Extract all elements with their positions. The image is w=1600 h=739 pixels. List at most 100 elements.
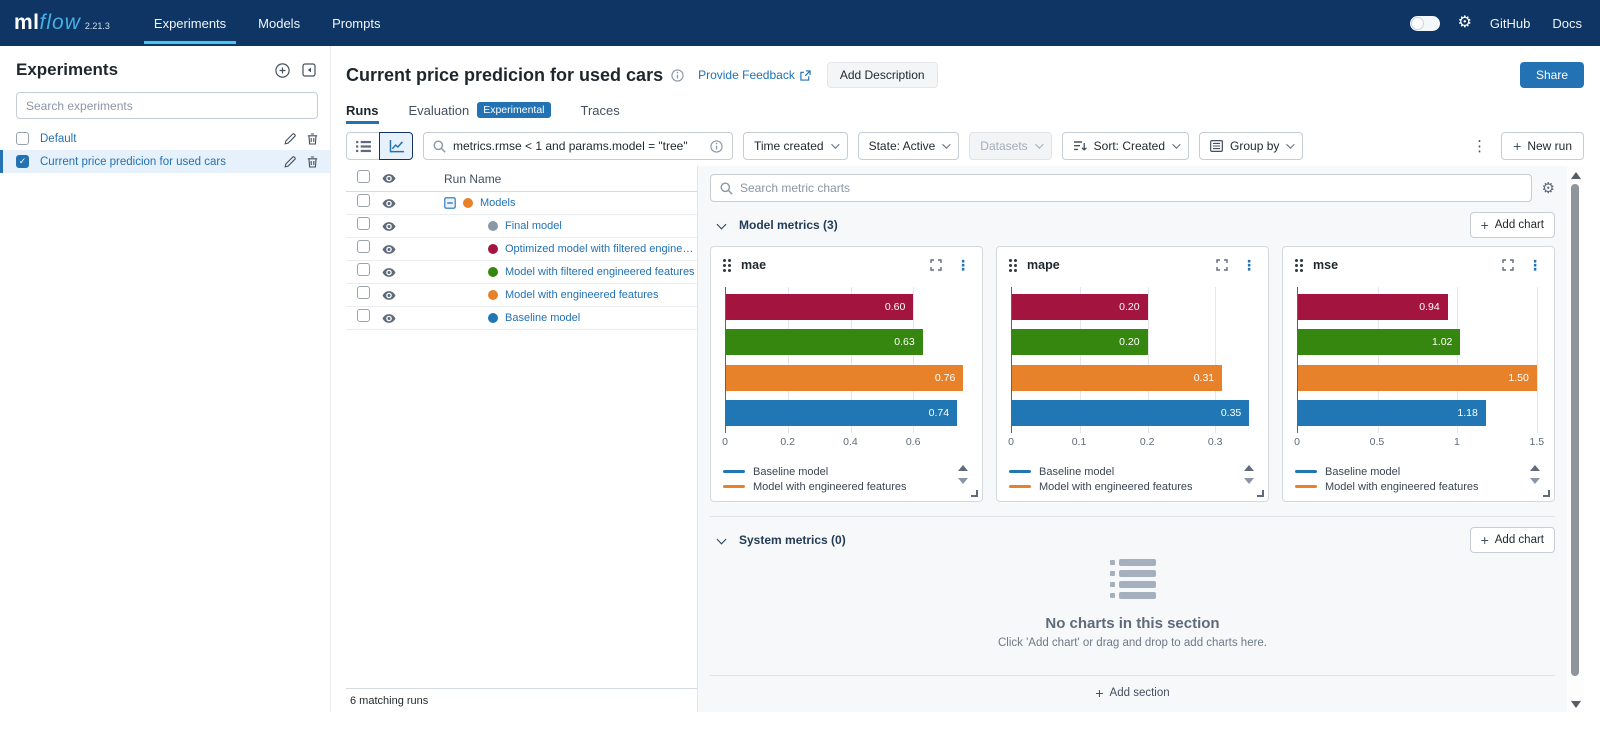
expand-chart-icon[interactable] — [1502, 259, 1514, 271]
collapse-group-icon[interactable] — [444, 197, 456, 209]
provide-feedback-link[interactable]: Provide Feedback — [698, 68, 811, 82]
chart-kebab-menu[interactable]: ⋮ — [1242, 257, 1256, 274]
run-name-link[interactable]: Model with filtered engineered features — [505, 266, 695, 278]
visibility-eye-icon[interactable] — [382, 173, 396, 184]
chart-kebab-menu[interactable]: ⋮ — [956, 257, 970, 274]
legend-scroll-down-icon[interactable] — [958, 478, 968, 484]
list-view-button[interactable] — [346, 132, 380, 160]
legend-item-baseline-model[interactable]: Baseline model — [723, 464, 946, 479]
datasets-dropdown[interactable]: Datasets — [969, 132, 1051, 160]
experiment-checkbox[interactable] — [16, 155, 29, 168]
run-color-dot — [488, 267, 498, 277]
metric-chart-search-input[interactable] — [740, 181, 1522, 195]
nav-tab-models[interactable]: Models — [248, 0, 310, 46]
delete-trash-icon[interactable] — [307, 156, 318, 168]
select-all-checkbox[interactable] — [357, 170, 370, 183]
add-chart-button[interactable]: +Add chart — [1470, 212, 1555, 238]
edit-pencil-icon[interactable] — [284, 156, 296, 168]
row-checkbox[interactable] — [357, 194, 370, 207]
legend-item-baseline-model[interactable]: Baseline model — [1295, 464, 1518, 479]
run-name-link[interactable]: Baseline model — [505, 312, 580, 324]
view-mode-switch — [346, 132, 413, 160]
legend-item-model-with-engineered-features[interactable]: Model with engineered features — [723, 479, 946, 494]
row-checkbox[interactable] — [357, 286, 370, 299]
legend-scroll-down-icon[interactable] — [1530, 478, 1540, 484]
tab-traces[interactable]: Traces — [581, 103, 620, 124]
scrollbar-thumb[interactable] — [1571, 184, 1579, 676]
experiment-item-default[interactable]: Default — [0, 127, 330, 150]
experiment-item-current-price-predicion-for-used-cars[interactable]: Current price predicion for used cars — [0, 150, 330, 173]
visibility-eye-icon[interactable] — [382, 244, 396, 255]
visibility-eye-icon[interactable] — [382, 221, 396, 232]
legend-scroll-up-icon[interactable] — [1244, 465, 1254, 471]
tab-runs[interactable]: Runs — [346, 103, 379, 124]
visibility-eye-icon[interactable] — [382, 198, 396, 209]
visibility-eye-icon[interactable] — [382, 290, 396, 301]
nav-tab-experiments[interactable]: Experiments — [144, 0, 236, 46]
legend-label: Baseline model — [1039, 466, 1114, 478]
resize-handle[interactable] — [971, 490, 978, 497]
theme-toggle[interactable] — [1410, 16, 1440, 31]
legend-item-model-with-engineered-features[interactable]: Model with engineered features — [1295, 479, 1518, 494]
collapse-sidebar-icon[interactable] — [302, 63, 316, 77]
row-checkbox[interactable] — [357, 217, 370, 230]
scroll-up-arrow[interactable] — [1571, 172, 1581, 179]
sort-dropdown[interactable]: Sort: Created — [1062, 132, 1189, 160]
drag-handle-icon[interactable] — [1009, 259, 1017, 272]
time-created-dropdown[interactable]: Time created — [743, 132, 848, 160]
chevron-down-icon[interactable] — [717, 219, 727, 229]
nav-link-docs[interactable]: Docs — [1552, 16, 1582, 31]
tab-evaluation[interactable]: EvaluationExperimental — [409, 102, 551, 124]
row-checkbox[interactable] — [357, 240, 370, 253]
legend-scroll-up-icon[interactable] — [1530, 465, 1540, 471]
visibility-eye-icon[interactable] — [382, 313, 396, 324]
expand-chart-icon[interactable] — [930, 259, 942, 271]
scroll-down-arrow[interactable] — [1571, 701, 1581, 708]
drag-handle-icon[interactable] — [723, 259, 731, 272]
nav-link-github[interactable]: GitHub — [1490, 16, 1530, 31]
info-icon[interactable] — [671, 69, 684, 82]
resize-handle[interactable] — [1257, 490, 1264, 497]
add-description-button[interactable]: Add Description — [827, 62, 938, 88]
chart-settings-gear-icon[interactable]: ⚙ — [1542, 181, 1555, 196]
legend-item-model-with-engineered-features[interactable]: Model with engineered features — [1009, 479, 1232, 494]
add-section-button[interactable]: +Add section — [1085, 681, 1179, 705]
bar-plot: 0.600.630.760.74 — [725, 287, 968, 433]
nav-tab-prompts[interactable]: Prompts — [322, 0, 390, 46]
row-checkbox[interactable] — [357, 309, 370, 322]
add-chart-button[interactable]: +Add chart — [1470, 527, 1555, 553]
visibility-eye-icon[interactable] — [382, 267, 396, 278]
delete-trash-icon[interactable] — [307, 133, 318, 145]
chart-view-icon — [389, 140, 404, 153]
search-experiments-input[interactable] — [16, 92, 318, 119]
settings-gear-icon[interactable]: ⚙ — [1458, 15, 1472, 31]
experiment-link[interactable]: Current price predicion for used cars — [40, 156, 284, 168]
toolbar-kebab-menu[interactable]: ⋮ — [1468, 137, 1491, 155]
chevron-down-icon[interactable] — [717, 534, 727, 544]
resize-handle[interactable] — [1543, 490, 1550, 497]
group-by-dropdown[interactable]: Group by — [1199, 132, 1303, 160]
plus-icon: + — [1095, 686, 1103, 700]
share-button[interactable]: Share — [1520, 62, 1584, 88]
row-checkbox[interactable] — [357, 263, 370, 276]
expand-chart-icon[interactable] — [1216, 259, 1228, 271]
chart-kebab-menu[interactable]: ⋮ — [1528, 257, 1542, 274]
legend-item-baseline-model[interactable]: Baseline model — [1009, 464, 1232, 479]
state-dropdown[interactable]: State: Active — [858, 132, 960, 160]
runs-search-input[interactable] — [453, 139, 703, 153]
run-name-link[interactable]: Final model — [505, 220, 562, 232]
run-table-header: Run Name — [346, 166, 697, 192]
run-name-link[interactable]: Model with engineered features — [505, 289, 658, 301]
drag-handle-icon[interactable] — [1295, 259, 1303, 272]
edit-pencil-icon[interactable] — [284, 133, 296, 145]
run-name-link[interactable]: Models — [480, 197, 515, 209]
legend-scroll-up-icon[interactable] — [958, 465, 968, 471]
legend-scroll-down-icon[interactable] — [1244, 478, 1254, 484]
run-name-link[interactable]: Optimized model with filtered engineered… — [505, 243, 697, 255]
query-info-icon[interactable] — [710, 140, 723, 153]
new-experiment-icon[interactable] — [275, 63, 290, 78]
chart-view-button[interactable] — [379, 132, 413, 160]
experiment-checkbox[interactable] — [16, 132, 29, 145]
experiment-link[interactable]: Default — [40, 133, 284, 145]
new-run-button[interactable]: +New run — [1501, 132, 1584, 160]
